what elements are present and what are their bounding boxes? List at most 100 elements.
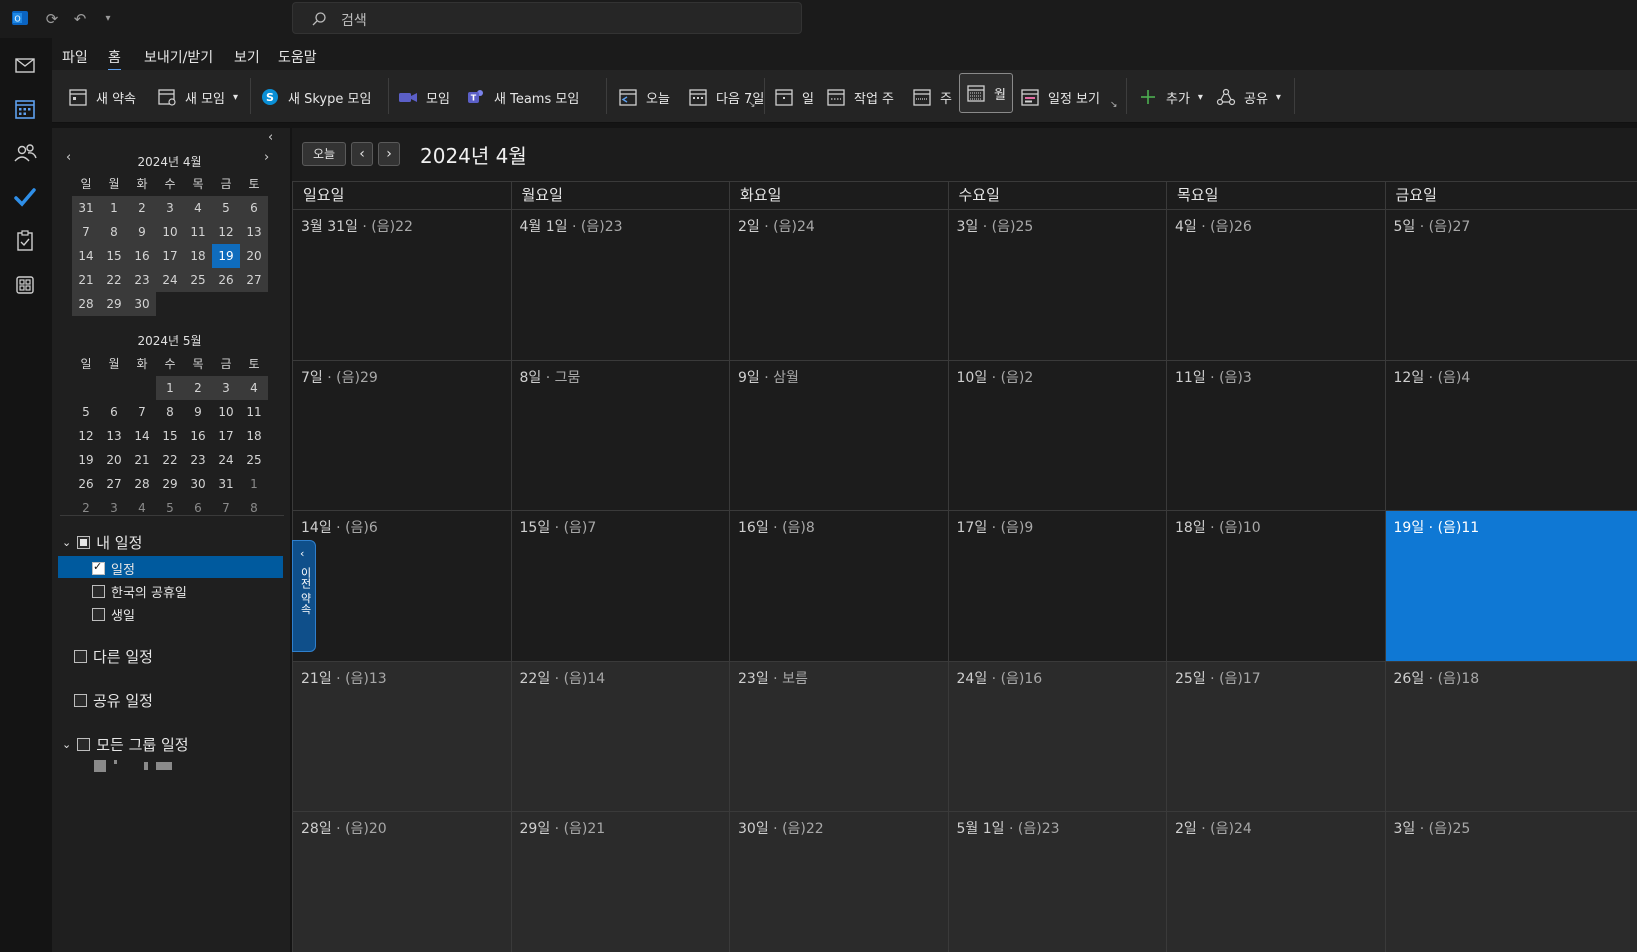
- menu-file[interactable]: 파일: [62, 47, 88, 67]
- mini-day[interactable]: 11: [184, 220, 212, 244]
- calendar-checkbox[interactable]: [92, 560, 105, 575]
- next-month-button[interactable]: ›: [378, 142, 400, 166]
- my-calendars-checkbox[interactable]: [77, 536, 91, 549]
- tasks-clipboard-icon[interactable]: [10, 226, 40, 256]
- calendar-day-cell[interactable]: 5일 · (음)27: [1384, 209, 1637, 360]
- shared-calendars-group[interactable]: 공유 일정: [74, 690, 153, 711]
- mini-day[interactable]: 25: [240, 448, 268, 472]
- mini-day[interactable]: 2: [72, 496, 100, 520]
- mini-day[interactable]: 7: [212, 496, 240, 520]
- menu-home[interactable]: 홈: [108, 47, 121, 71]
- week-view-button[interactable]: 주: [912, 80, 952, 114]
- mini-day[interactable]: 22: [100, 268, 128, 292]
- quick-access-dropdown-icon[interactable]: ▾: [98, 9, 118, 29]
- calendar-day-cell[interactable]: 5월 1일 · (음)23: [947, 811, 1166, 952]
- month-view-button[interactable]: 월: [959, 73, 1013, 113]
- new-meeting-button[interactable]: 새 모임 ▾: [157, 80, 238, 114]
- calendar-day-cell[interactable]: 22일 · (음)14: [510, 660, 729, 811]
- mini-day[interactable]: 9: [128, 220, 156, 244]
- mini-day[interactable]: 20: [240, 244, 268, 268]
- calendar-day-cell[interactable]: 9일 · 삼월: [729, 359, 948, 510]
- day-view-button[interactable]: 일: [774, 80, 814, 114]
- mini-day[interactable]: 14: [72, 244, 100, 268]
- mini-day[interactable]: 3: [100, 496, 128, 520]
- calendar-item-default[interactable]: 일정: [92, 559, 135, 578]
- calendar-day-cell[interactable]: 3일 · (음)25: [947, 209, 1166, 360]
- calendar-day-cell[interactable]: 4일 · (음)26: [1166, 209, 1385, 360]
- sync-icon[interactable]: ⟳: [42, 9, 62, 29]
- search-box[interactable]: 검색: [292, 2, 802, 34]
- calendar-day-cell[interactable]: 14일 · (음)6: [292, 510, 511, 661]
- mini-day[interactable]: 24: [212, 448, 240, 472]
- mini-day[interactable]: 5: [72, 400, 100, 424]
- mini-day[interactable]: 31: [72, 196, 100, 220]
- mini-day[interactable]: 17: [212, 424, 240, 448]
- mini-day[interactable]: 25: [184, 268, 212, 292]
- mini-day[interactable]: 8: [100, 220, 128, 244]
- mini-day[interactable]: 21: [128, 448, 156, 472]
- mini-day[interactable]: 8: [156, 400, 184, 424]
- mini-day[interactable]: 1: [100, 196, 128, 220]
- shared-calendars-checkbox[interactable]: [74, 694, 87, 707]
- mini-day[interactable]: 2: [128, 196, 156, 220]
- calendar-day-cell[interactable]: 8일 · 그뭄: [510, 359, 729, 510]
- add-calendar-button[interactable]: 추가 ▾: [1138, 80, 1203, 114]
- mini-day[interactable]: 17: [156, 244, 184, 268]
- menu-help[interactable]: 도움말: [278, 47, 317, 67]
- calendar-day-cell[interactable]: 26일 · (음)18: [1384, 660, 1637, 811]
- calendar-day-cell[interactable]: 30일 · (음)22: [729, 811, 948, 952]
- mini-day[interactable]: 15: [156, 424, 184, 448]
- new-appointment-button[interactable]: 새 약속: [68, 80, 136, 114]
- mini-day[interactable]: 4: [128, 496, 156, 520]
- share-calendar-button[interactable]: 공유 ▾: [1216, 80, 1281, 114]
- calendar-day-cell[interactable]: 18일 · (음)10: [1166, 510, 1385, 661]
- all-group-calendars-checkbox[interactable]: [77, 738, 91, 751]
- collapse-pane-icon[interactable]: ‹: [268, 130, 273, 145]
- mini-day[interactable]: 20: [100, 448, 128, 472]
- mini-day[interactable]: 26: [212, 268, 240, 292]
- calendar-day-cell[interactable]: 12일 · (음)4: [1384, 359, 1637, 510]
- calendar-day-cell[interactable]: 4월 1일 · (음)23: [510, 209, 729, 360]
- mini-day[interactable]: 18: [240, 424, 268, 448]
- birthdays-checkbox[interactable]: [92, 608, 105, 621]
- mini-day[interactable]: 29: [100, 292, 128, 316]
- todo-check-icon[interactable]: [10, 182, 40, 212]
- calendar-day-cell[interactable]: 17일 · (음)9: [947, 510, 1166, 661]
- people-icon[interactable]: [10, 138, 40, 168]
- mini-day[interactable]: 12: [212, 220, 240, 244]
- mini-day[interactable]: 3: [212, 376, 240, 400]
- calendar-day-cell[interactable]: 24일 · (음)16: [947, 660, 1166, 811]
- dialog-launcher-icon[interactable]: ↘: [748, 100, 756, 110]
- mini-day[interactable]: 10: [212, 400, 240, 424]
- mini-day[interactable]: 30: [184, 472, 212, 496]
- mini-day[interactable]: 6: [240, 196, 268, 220]
- mini-day[interactable]: 23: [128, 268, 156, 292]
- mini-day[interactable]: 3: [156, 196, 184, 220]
- calendar-item-birthdays[interactable]: 생일: [92, 605, 135, 624]
- calendar-day-cell[interactable]: 21일 · (음)13: [292, 660, 511, 811]
- calendar-day-cell[interactable]: 7일 · (음)29: [292, 359, 511, 510]
- mini-day[interactable]: 19: [72, 448, 100, 472]
- calendar-day-cell[interactable]: 28일 · (음)20: [292, 811, 511, 952]
- previous-month-button[interactable]: ‹: [351, 142, 373, 166]
- mini-day[interactable]: 2: [184, 376, 212, 400]
- mini-day[interactable]: 6: [100, 400, 128, 424]
- mini-day[interactable]: 7: [128, 400, 156, 424]
- mini-day[interactable]: 23: [184, 448, 212, 472]
- mini-day[interactable]: 13: [240, 220, 268, 244]
- menu-send-receive[interactable]: 보내기/받기: [144, 47, 213, 67]
- calendar-today-button[interactable]: 오늘: [302, 142, 346, 166]
- calendar-day-cell[interactable]: 15일 · (음)7: [510, 510, 729, 661]
- new-teams-meeting-button[interactable]: T 새 Teams 모임: [466, 80, 579, 114]
- calendar-day-cell[interactable]: 2일 · (음)24: [729, 209, 948, 360]
- mini-day[interactable]: 15: [100, 244, 128, 268]
- work-week-view-button[interactable]: 작업 주: [826, 80, 894, 114]
- mini-day[interactable]: 19: [212, 244, 240, 268]
- mail-icon[interactable]: [10, 50, 40, 80]
- mini-day[interactable]: 12: [72, 424, 100, 448]
- mini-day[interactable]: 7: [72, 220, 100, 244]
- mini-day[interactable]: 16: [184, 424, 212, 448]
- previous-appointment-tab[interactable]: ‹ 이전 약속: [292, 540, 316, 652]
- mini-day[interactable]: 16: [128, 244, 156, 268]
- today-button[interactable]: 오늘: [618, 80, 670, 114]
